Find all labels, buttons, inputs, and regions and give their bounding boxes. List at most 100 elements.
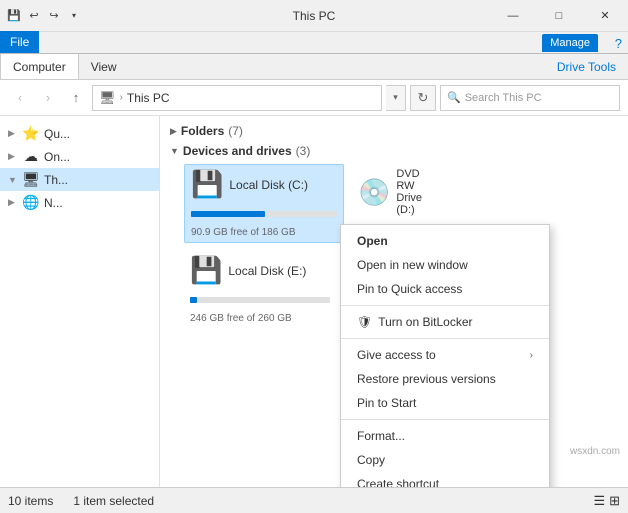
ctx-bitlocker[interactable]: 🛡 Turn on BitLocker [341, 310, 549, 334]
devices-title: Devices and drives [183, 144, 292, 158]
context-menu: Open Open in new window Pin to Quick acc… [340, 224, 550, 487]
address-bar: ‹ › ↑ 🖥 › This PC ▾ ↻ 🔍 Search This PC [0, 80, 628, 116]
drive-e-icon: 💾 [190, 255, 222, 286]
qat-dropdown-icon[interactable]: ▾ [66, 8, 82, 24]
network-icon: 🌐 [22, 194, 40, 211]
ctx-copy[interactable]: Copy [341, 448, 549, 472]
list-view-icon[interactable]: ☰ [593, 493, 605, 509]
folders-expand-icon: ▶ [170, 126, 177, 137]
ctx-bitlocker-inner: 🛡 Turn on BitLocker [357, 315, 473, 329]
drive-c-icon: 💾 [191, 169, 223, 200]
drive-e-bar-bg [190, 297, 330, 303]
network-label: N... [44, 196, 63, 210]
close-button[interactable]: ✕ [582, 0, 628, 32]
selection-info: 1 item selected [73, 494, 154, 508]
main-content: ▶ ⭐ Qu... ▶ ☁ On... ▼ 🖥 Th... ▶ 🌐 N... ▶… [0, 116, 628, 487]
manage-chip: Manage [542, 34, 598, 52]
onedrive-icon: ☁ [22, 148, 40, 165]
drive-e-name: Local Disk (E:) [228, 264, 306, 278]
drive-e-size: 246 GB free of 260 GB [190, 313, 292, 324]
drive-c-item[interactable]: 💾 Local Disk (C:) 90.9 GB free of 186 GB [184, 164, 344, 243]
title-bar-left: 💾 ↩ ↪ ▾ [0, 8, 490, 24]
watermark: wsxdn.com [570, 446, 620, 457]
manage-label: Manage [550, 37, 590, 49]
path-segment-thispc: This PC [127, 91, 170, 105]
sidebar-item-this-pc[interactable]: ▼ 🖥 Th... [0, 168, 159, 191]
drive-c-bar [191, 211, 265, 217]
drive-dvd-header: 💿 DVD RW Drive (D:) [358, 168, 436, 216]
drive-c-bar-bg [191, 211, 337, 217]
drive-c-info: Local Disk (C:) [229, 178, 308, 192]
ctx-create-shortcut[interactable]: Create shortcut [341, 472, 549, 487]
qat-redo-icon[interactable]: ↪ [46, 8, 62, 24]
expand-arrow-icon: ▶ [8, 151, 18, 162]
file-area: ▶ Folders (7) ▼ Devices and drives (3) 💾… [160, 116, 628, 487]
drive-dvd-name: DVD RW Drive (D:) [396, 168, 436, 216]
file-tab[interactable]: File [0, 31, 39, 53]
ctx-arrow-icon: › [530, 350, 533, 361]
status-bar: 10 items 1 item selected ☰ ⊞ [0, 487, 628, 513]
ribbon: File ? Manage Computer View Drive Tools [0, 32, 628, 80]
expand-arrow-icon: ▶ [8, 197, 18, 208]
drive-dvd-icon: 💿 [358, 177, 390, 208]
grid-view-icon[interactable]: ⊞ [609, 493, 620, 509]
refresh-button[interactable]: ↻ [410, 85, 436, 111]
ctx-pin-quick-access[interactable]: Pin to Quick access [341, 277, 549, 301]
search-box[interactable]: 🔍 Search This PC [440, 85, 620, 111]
folders-section-header[interactable]: ▶ Folders (7) [170, 124, 618, 138]
sidebar-item-onedrive[interactable]: ▶ ☁ On... [0, 145, 159, 168]
ctx-separator-2 [341, 338, 549, 339]
ribbon-upper: File ? Manage [0, 32, 628, 54]
sidebar-item-network[interactable]: ▶ 🌐 N... [0, 191, 159, 214]
this-pc-icon: 🖥 [22, 171, 40, 188]
onedrive-label: On... [44, 150, 70, 164]
drive-e-header: 💾 Local Disk (E:) [190, 255, 306, 286]
drive-e-info: Local Disk (E:) [228, 264, 306, 278]
folders-count: (7) [228, 124, 243, 138]
ctx-open-new-window[interactable]: Open in new window [341, 253, 549, 277]
expand-arrow-icon: ▶ [8, 128, 18, 139]
drive-e-bar [190, 297, 197, 303]
tab-drive-tools[interactable]: Drive Tools [545, 54, 628, 79]
drive-c-name: Local Disk (C:) [229, 178, 308, 192]
search-icon: 🔍 [447, 91, 461, 104]
ctx-separator-1 [341, 305, 549, 306]
sidebar-item-quick-access[interactable]: ▶ ⭐ Qu... [0, 122, 159, 145]
drive-dvd-info: DVD RW Drive (D:) [396, 168, 436, 216]
address-chevron[interactable]: ▾ [386, 85, 406, 111]
ctx-format[interactable]: Format... [341, 424, 549, 448]
window-controls: — □ ✕ [490, 0, 628, 31]
drive-e-item[interactable]: 💾 Local Disk (E:) 246 GB free of 260 GB [184, 251, 344, 328]
help-icon[interactable]: ? [615, 36, 622, 51]
this-pc-label: Th... [44, 173, 68, 187]
ribbon-lower: Computer View Drive Tools [0, 54, 628, 80]
drive-c-size: 90.9 GB free of 186 GB [191, 227, 296, 238]
item-count: 10 items [8, 494, 53, 508]
devices-expand-icon: ▼ [170, 146, 179, 156]
minimize-button[interactable]: — [490, 0, 536, 32]
title-bar: 💾 ↩ ↪ ▾ This PC — □ ✕ [0, 0, 628, 32]
drive-c-header: 💾 Local Disk (C:) [191, 169, 308, 200]
ctx-restore[interactable]: Restore previous versions [341, 367, 549, 391]
maximize-button[interactable]: □ [536, 0, 582, 32]
view-controls: ☰ ⊞ [593, 493, 620, 509]
qat-undo-icon[interactable]: ↩ [26, 8, 42, 24]
tab-view[interactable]: View [79, 54, 129, 79]
expand-arrow-icon: ▼ [8, 175, 18, 185]
ctx-open[interactable]: Open [341, 229, 549, 253]
up-button[interactable]: ↑ [64, 86, 88, 110]
search-placeholder: Search This PC [465, 92, 613, 104]
quick-access-label: Qu... [44, 127, 70, 141]
folders-title: Folders [181, 124, 224, 138]
ctx-pin-start[interactable]: Pin to Start [341, 391, 549, 415]
devices-count: (3) [296, 144, 311, 158]
tab-computer[interactable]: Computer [0, 54, 79, 79]
devices-section-header[interactable]: ▼ Devices and drives (3) [170, 144, 618, 158]
ctx-give-access[interactable]: Give access to › [341, 343, 549, 367]
qat-save-icon[interactable]: 💾 [6, 8, 22, 24]
back-button[interactable]: ‹ [8, 86, 32, 110]
address-path[interactable]: 🖥 › This PC [92, 85, 382, 111]
forward-button[interactable]: › [36, 86, 60, 110]
bitlocker-shield-icon: 🛡 [357, 315, 372, 329]
ctx-separator-3 [341, 419, 549, 420]
